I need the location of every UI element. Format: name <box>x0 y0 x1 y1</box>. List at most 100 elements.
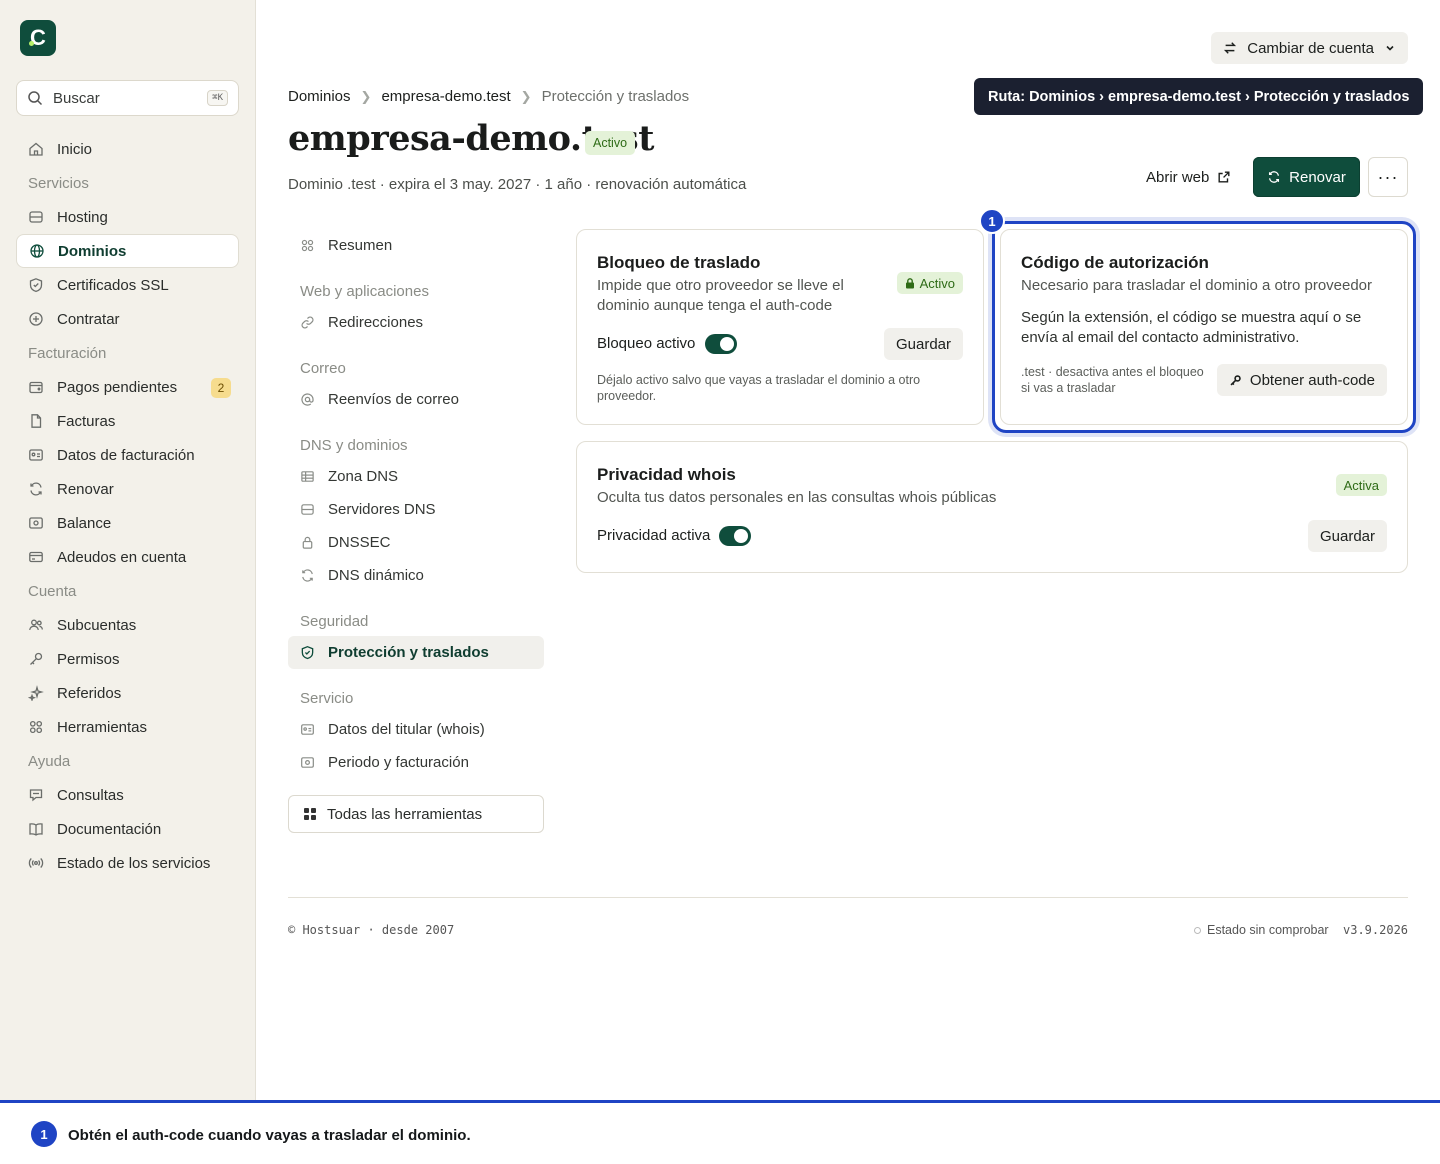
subnav-item-reenvios[interactable]: Reenvíos de correo <box>288 383 544 416</box>
chat-icon <box>29 789 43 802</box>
chevron-right-icon: ❯ <box>520 88 532 104</box>
grid-icon <box>29 720 43 734</box>
sidebar-item-label: Consultas <box>57 786 124 804</box>
subnav-item-dnssec[interactable]: DNSSEC <box>288 526 544 559</box>
sidebar-item-contratar[interactable]: Contratar <box>16 302 239 336</box>
swap-icon <box>1224 42 1237 54</box>
shield-icon <box>301 645 314 660</box>
subnav-item-label: Zona DNS <box>328 468 399 485</box>
whois-privacy-title: Privacidad whois <box>597 465 736 484</box>
subnav-item-label: Protección y traslados <box>328 644 489 661</box>
sidebar-item-herramientas[interactable]: Herramientas <box>16 710 239 744</box>
at-icon <box>301 393 314 406</box>
sidebar-item-label: Datos de facturación <box>57 446 195 464</box>
subnav-group-web: Web y aplicaciones <box>300 283 429 300</box>
privacy-toggle-label: Privacidad activa <box>597 527 711 544</box>
search-icon <box>28 91 43 106</box>
footer-copyright: © Hostsuar · desde 2007 <box>288 923 455 937</box>
home-icon <box>29 142 43 156</box>
sidebar-item-pagos-pendientes[interactable]: Pagos pendientes 2 <box>16 370 239 404</box>
sidebar-item-consultas[interactable]: Consultas <box>16 778 239 812</box>
subnav-item-label: Resumen <box>328 237 393 254</box>
subnav-item-titular[interactable]: Datos del titular (whois) <box>288 713 544 746</box>
sidebar-group-servicios: Servicios <box>28 174 89 192</box>
transfer-lock-desc: Impide que otro proveedor se lleve el do… <box>597 277 844 314</box>
sidebar-item-datos-facturacion[interactable]: Datos de facturación <box>16 438 239 472</box>
privacy-save-button[interactable]: Guardar <box>1307 520 1387 552</box>
sidebar-item-renovar[interactable]: Renovar <box>16 472 239 506</box>
sidebar-item-label: Inicio <box>57 140 93 158</box>
subnav-group-dns: DNS y dominios <box>300 437 408 454</box>
search-input[interactable]: Buscar ⌘K <box>16 80 239 116</box>
all-tools-button[interactable]: Todas las herramientas <box>288 795 544 833</box>
wallet-icon <box>29 381 43 394</box>
subnav-group-seguridad: Seguridad <box>300 613 369 630</box>
sidebar-item-hosting[interactable]: Hosting <box>16 200 239 234</box>
breadcrumb-item[interactable]: Dominios <box>288 88 351 105</box>
footer-divider <box>288 897 1408 898</box>
sidebar-item-referidos[interactable]: Referidos <box>16 676 239 710</box>
open-web-link[interactable]: Abrir web <box>1140 160 1237 194</box>
server-icon <box>301 504 314 515</box>
search-shortcut: ⌘K <box>207 90 228 106</box>
annotation-text: Obtén el auth-code cuando vayas a trasla… <box>68 1127 471 1144</box>
subnav-item-periodo[interactable]: Periodo y facturación <box>288 746 544 779</box>
subnav-item-label: DNSSEC <box>328 534 391 551</box>
sidebar-item-estado-servicios[interactable]: Estado de los servicios <box>16 846 239 880</box>
step-marker: 1 <box>979 208 1005 234</box>
sidebar-nav: Inicio Servicios Hosting Dominios Certif… <box>16 132 239 880</box>
sidebar-item-label: Facturas <box>57 412 116 430</box>
server-icon <box>29 211 43 223</box>
chevron-right-icon: ❯ <box>360 88 372 104</box>
whois-privacy-card: Privacidad whois Oculta tus datos person… <box>576 441 1408 573</box>
subnav-item-proteccion[interactable]: Protección y traslados <box>288 636 544 669</box>
subnav-item-servidores-dns[interactable]: Servidores DNS <box>288 493 544 526</box>
refresh-icon <box>30 482 42 496</box>
subnav-item-label: Periodo y facturación <box>328 754 469 771</box>
broadcast-icon <box>28 858 44 868</box>
sidebar-item-label: Pagos pendientes <box>57 378 178 396</box>
sidebar-item-label: Estado de los servicios <box>57 854 211 872</box>
subnav-item-redirecciones[interactable]: Redirecciones <box>288 306 544 339</box>
subnav-item-label: Datos del titular (whois) <box>328 721 485 738</box>
sidebar-item-dominios[interactable]: Dominios <box>16 234 239 268</box>
open-web-label: Abrir web <box>1146 168 1210 186</box>
sidebar-item-adeudos[interactable]: Adeudos en cuenta <box>16 540 239 574</box>
logo[interactable]: C <box>20 20 56 56</box>
sidebar-item-label: Adeudos en cuenta <box>57 548 187 566</box>
sidebar-item-label: Herramientas <box>57 718 148 736</box>
sidebar-item-label: Documentación <box>57 820 162 838</box>
breadcrumb: Dominios ❯ empresa-demo.test ❯ Protecció… <box>288 88 689 105</box>
sidebar-item-subcuentas[interactable]: Subcuentas <box>16 608 239 642</box>
subnav-item-label: Redirecciones <box>328 314 424 331</box>
sidebar-item-permisos[interactable]: Permisos <box>16 642 239 676</box>
sidebar-item-label: Referidos <box>57 684 122 702</box>
more-options-button[interactable]: ··· <box>1368 157 1408 197</box>
sidebar-item-label: Balance <box>57 514 112 532</box>
subnav-item-dns-dinamico[interactable]: DNS dinámico <box>288 559 544 592</box>
sidebar-item-label: Contratar <box>57 310 120 328</box>
shield-icon <box>29 278 43 293</box>
sidebar-item-balance[interactable]: Balance <box>16 506 239 540</box>
lock-save-button[interactable]: Guardar <box>883 328 963 360</box>
sidebar-group-facturacion: Facturación <box>28 344 107 362</box>
renew-button[interactable]: Renovar <box>1253 157 1360 197</box>
sidebar-item-inicio[interactable]: Inicio <box>16 132 239 166</box>
table-icon <box>301 471 314 482</box>
breadcrumb-item[interactable]: empresa-demo.test <box>381 88 510 105</box>
switch-account-button[interactable]: Cambiar de cuenta <box>1211 32 1408 64</box>
all-tools-label: Todas las herramientas <box>327 805 483 823</box>
sidebar-item-documentacion[interactable]: Documentación <box>16 812 239 846</box>
lock-toggle[interactable] <box>705 334 737 354</box>
subnav-item-resumen[interactable]: Resumen <box>288 229 544 262</box>
sidebar-item-certificados-ssl[interactable]: Certificados SSL <box>16 268 239 302</box>
footer-status-label: Estado sin comprobar <box>1207 923 1329 937</box>
privacy-toggle[interactable] <box>719 526 751 546</box>
link-icon <box>301 316 314 329</box>
more-icon: ··· <box>1377 166 1399 187</box>
subnav-item-zona-dns[interactable]: Zona DNS <box>288 460 544 493</box>
id-card-icon <box>29 449 43 461</box>
footer-status[interactable]: Estado sin comprobar <box>1194 923 1329 937</box>
logo-dot <box>29 41 34 46</box>
sidebar-item-facturas[interactable]: Facturas <box>16 404 239 438</box>
